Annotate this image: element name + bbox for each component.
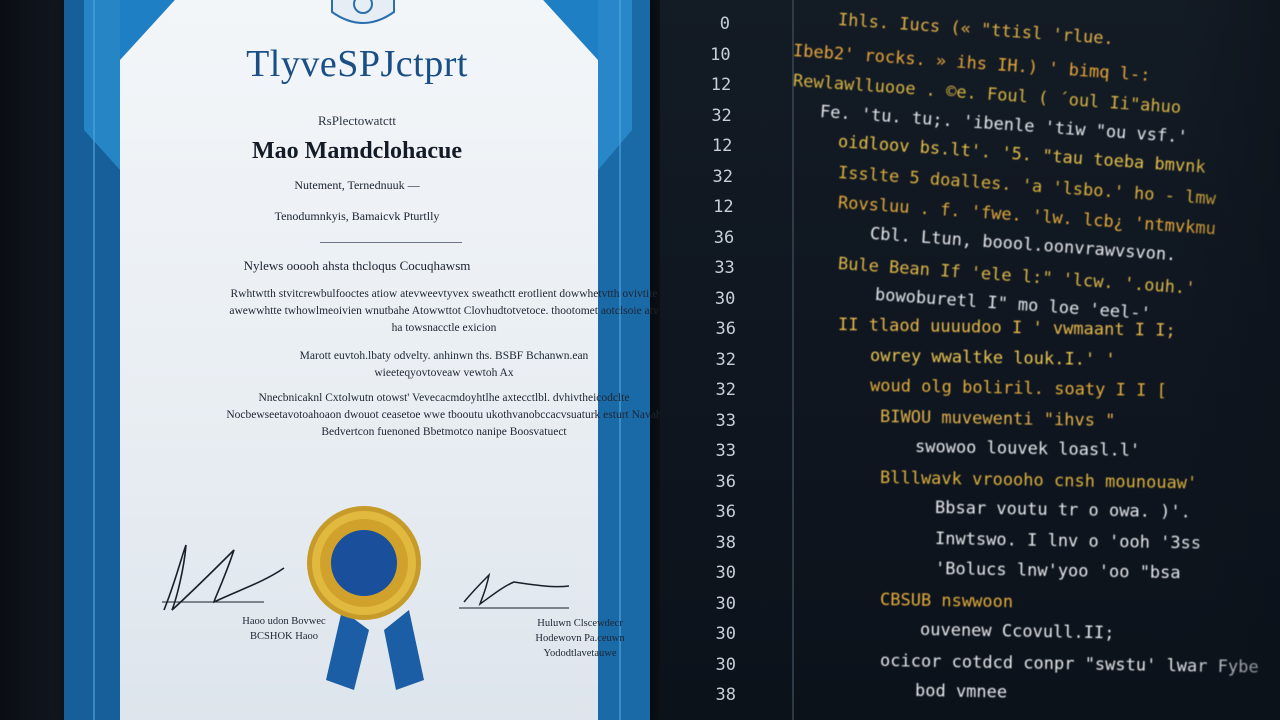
line-number: 0 [719, 14, 730, 34]
code-fade [1180, 0, 1280, 720]
code-line: 'Bolucs lnw'yoo 'oo "bsa [934, 559, 1181, 584]
line-number: 12 [711, 136, 733, 156]
line-number: 32 [715, 349, 736, 370]
scene: TlyveSPJctprt RsPlectowatctt Mao Mamdclo… [0, 0, 1280, 720]
signature-left-line: BCSHOK Haoo [250, 631, 318, 642]
line-number: 30 [715, 593, 736, 614]
code-line: swowoo louvek loasl.l' [914, 437, 1141, 461]
award-seal-icon [307, 506, 424, 690]
line-number: 38 [715, 532, 736, 553]
signature-right-caption: Huluwn Clscewdecr Hodewovn Pa.ceuwn Yodo… [510, 616, 650, 661]
certificate: TlyveSPJctprt RsPlectowatctt Mao Mamdclo… [64, 0, 662, 720]
code-line: owrey wwaltke louk.I.' ' [869, 345, 1116, 370]
certificate-paragraph-1: Rwhtwtth stvitcrewbulfooctes atiow atevw… [229, 288, 659, 334]
line-number: 32 [712, 166, 733, 187]
certificate-paragraph-2: Marott euvtoh.lbaty odvelty. anhinwn ths… [299, 350, 589, 379]
signature-right-icon [459, 572, 570, 609]
gutter-separator [792, 0, 794, 720]
line-number: 33 [714, 258, 735, 278]
signature-left-icon [162, 544, 285, 611]
certificate-label: RsPlectowatctt [318, 113, 396, 128]
code-line: bod vmnee [914, 681, 1008, 703]
certificate-subline-1: Nutement, Ternednuuk — [294, 178, 420, 192]
line-number: 10 [710, 44, 731, 65]
signature-right-line: Huluwn Clscewdecr [537, 618, 623, 629]
line-number: 32 [715, 380, 736, 400]
line-number: 30 [714, 288, 736, 309]
certificate-heading: Nylews ooooh ahsta thcloqus Cocuqhawsm [243, 258, 471, 273]
signature-left-line: Haoo udon Bovwec [242, 616, 326, 627]
line-number: 33 [715, 410, 736, 431]
signature-right-line: Yododtlavetauwe [543, 648, 617, 659]
line-number: 36 [713, 227, 735, 248]
line-number: 36 [715, 502, 736, 522]
code-line: ouvenew Ccovull.II; [919, 620, 1115, 644]
line-number: 36 [715, 471, 736, 492]
line-number: 30 [715, 563, 736, 583]
code-line: CBSUB nswwoon [879, 589, 1014, 612]
certificate-subline-2: Tenodumnkyis, Bamaicvk Pturtlly [274, 209, 440, 223]
signature-left-caption: Haoo udon Bovwec BCSHOK Haoo [214, 614, 354, 644]
line-number: 30 [715, 654, 736, 675]
code-line: Inwtswo. I lnv o 'ooh '3ss [934, 528, 1202, 554]
crest-icon [331, 0, 395, 24]
signature-right-line: Hodewovn Pa.ceuwn [535, 633, 625, 644]
line-number: 30 [715, 624, 736, 644]
certificate-paragraph-3: Nnecbnicaknl Cxtolwutn otowst' Vevecacmd… [226, 392, 662, 438]
line-number: 12 [710, 75, 732, 95]
line-number: 12 [713, 197, 734, 217]
line-number: 36 [715, 319, 736, 339]
divider [320, 242, 462, 243]
line-number: 32 [711, 105, 732, 126]
recipient-name: Mao Mamdclohacue [252, 138, 462, 164]
certificate-title: TlyveSPJctprt [246, 43, 468, 85]
line-number: 33 [715, 441, 736, 461]
line-number: 38 [715, 685, 736, 705]
code-line: BIWOU muvewenti "ihvs " [879, 406, 1116, 431]
